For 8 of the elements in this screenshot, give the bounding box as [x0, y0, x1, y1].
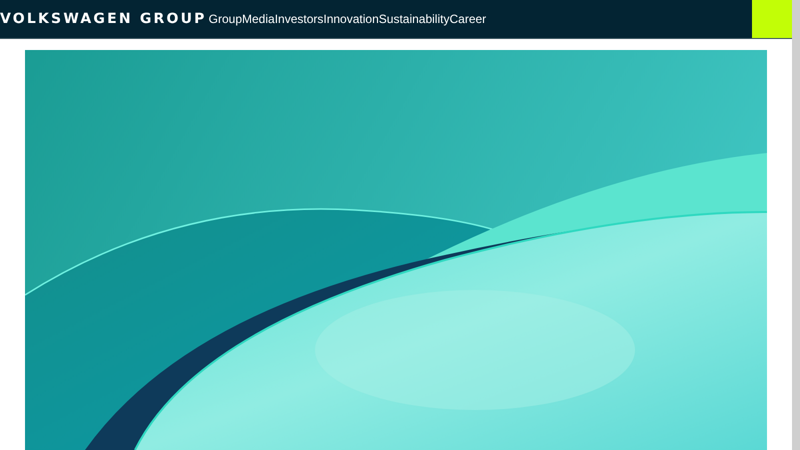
- logo[interactable]: VOLKSWAGEN GROUP: [0, 11, 207, 27]
- scrollbar[interactable]: [792, 0, 800, 450]
- nav-link[interactable]: Innovation: [323, 12, 379, 26]
- nav-link[interactable]: Sustainability: [378, 12, 450, 26]
- nav-link[interactable]: Career: [449, 12, 486, 26]
- nav-link[interactable]: Investors: [274, 12, 324, 26]
- nav-link[interactable]: Media: [242, 12, 275, 26]
- nav-link[interactable]: Group: [208, 12, 242, 26]
